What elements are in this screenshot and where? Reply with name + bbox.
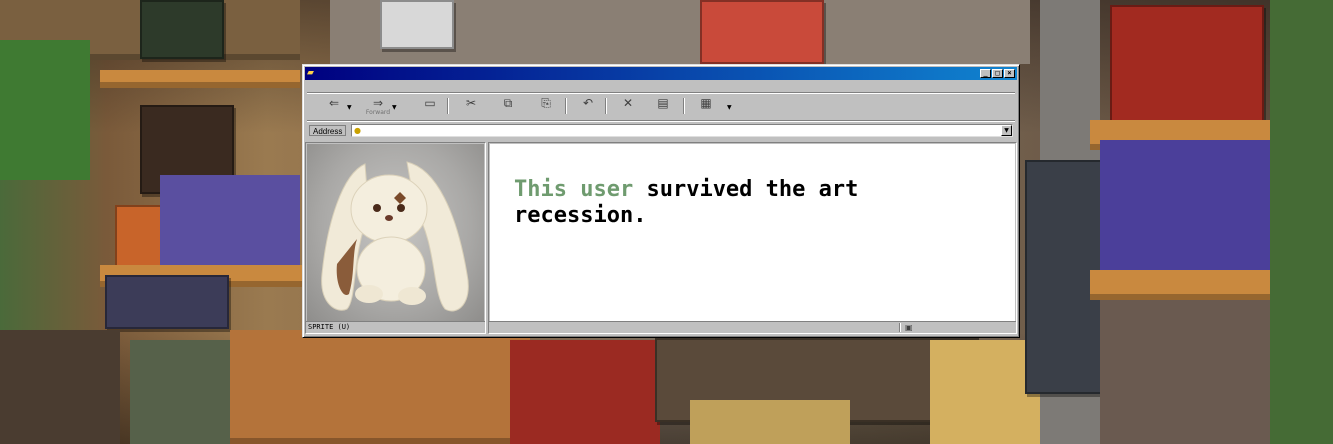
status-divider — [899, 323, 900, 332]
dark-box — [105, 275, 229, 329]
user-message: This user survived the art recession. — [514, 177, 954, 229]
folder-icon: ▰ — [307, 68, 314, 78]
white-box-top — [380, 0, 454, 49]
preview-pane: SPRITE (U) — [305, 142, 486, 334]
copy-button[interactable]: ⧉ — [495, 96, 521, 118]
menu-bar — [307, 82, 1015, 93]
forward-dropdown-icon[interactable]: ▼ — [392, 104, 397, 111]
game-box — [140, 0, 224, 59]
address-bar: Address ● ▼ — [307, 123, 1015, 138]
content-area: This user survived the art recession. — [490, 144, 1015, 322]
cut-button[interactable]: ✂ — [458, 96, 484, 118]
views-icon: ▦ — [700, 96, 712, 110]
views-dropdown-icon[interactable]: ▼ — [727, 104, 732, 111]
back-dropdown-icon[interactable]: ▼ — [347, 104, 352, 111]
properties-icon: ▤ — [657, 96, 669, 110]
address-label: Address — [309, 125, 347, 136]
cut-icon: ✂ — [465, 96, 477, 110]
red-panel — [510, 340, 660, 444]
up-button[interactable]: ▭ — [417, 96, 443, 118]
purple-panel-left — [160, 175, 300, 265]
copy-icon: ⧉ — [503, 96, 513, 110]
address-input[interactable]: ● ▼ — [351, 124, 1013, 137]
green-box — [0, 40, 90, 180]
plant — [1270, 0, 1333, 444]
toolbar: ⇐ ▼ ⇒ Forward ▼ ▭ ✂ ⧉ ⎘ ↶ ✕ ▤ ▦ ▼ — [307, 94, 1015, 121]
message-highlight: This user — [514, 177, 634, 202]
delete-button[interactable]: ✕ — [615, 96, 641, 118]
title-bar[interactable]: ▰ _ □ × — [305, 67, 1017, 80]
address-dropdown-icon[interactable]: ▼ — [1001, 125, 1012, 136]
back-arrow-icon: ⇐ — [328, 96, 340, 110]
paste-button[interactable]: ⎘ — [533, 96, 559, 118]
forward-arrow-icon: ⇒ — [372, 96, 384, 110]
red-box-top — [700, 0, 824, 64]
bunny-illustration — [321, 161, 469, 312]
separator — [565, 98, 566, 114]
floor-left — [0, 330, 120, 444]
preview-status: SPRITE (U) — [306, 321, 485, 333]
counter — [230, 330, 530, 444]
paste-icon: ⎘ — [541, 96, 551, 110]
explorer-window: ▰ _ □ × ⇐ ▼ ⇒ Forward ▼ ▭ ✂ ⧉ ⎘ ↶ ✕ ▤ ▦ ▼… — [302, 64, 1020, 338]
separator — [683, 98, 684, 114]
plush-bunny-photo — [307, 144, 484, 322]
back-button[interactable]: ⇐ — [321, 96, 347, 118]
maximize-button[interactable]: □ — [992, 69, 1003, 78]
up-folder-icon: ▭ — [424, 96, 436, 110]
undo-icon: ↶ — [582, 96, 594, 110]
folder-icon: ● — [354, 126, 361, 135]
content-pane: This user survived the art recession. ▣ — [488, 142, 1017, 334]
status-bar: ▣ — [489, 321, 1016, 333]
undo-button[interactable]: ↶ — [575, 96, 601, 118]
minimize-button[interactable]: _ — [980, 69, 991, 78]
views-button[interactable]: ▦ — [693, 96, 719, 118]
separator — [447, 98, 448, 114]
properties-button[interactable]: ▤ — [650, 96, 676, 118]
red-boxes-right — [1110, 5, 1264, 139]
forward-button[interactable]: ⇒ Forward — [365, 96, 391, 118]
separator — [605, 98, 606, 114]
computer-icon: ▣ — [905, 323, 913, 332]
shelf-left — [100, 70, 300, 88]
floor-mid — [690, 400, 850, 444]
forward-label: Forward — [365, 109, 391, 116]
delete-icon: ✕ — [622, 96, 634, 110]
close-button[interactable]: × — [1004, 69, 1015, 78]
